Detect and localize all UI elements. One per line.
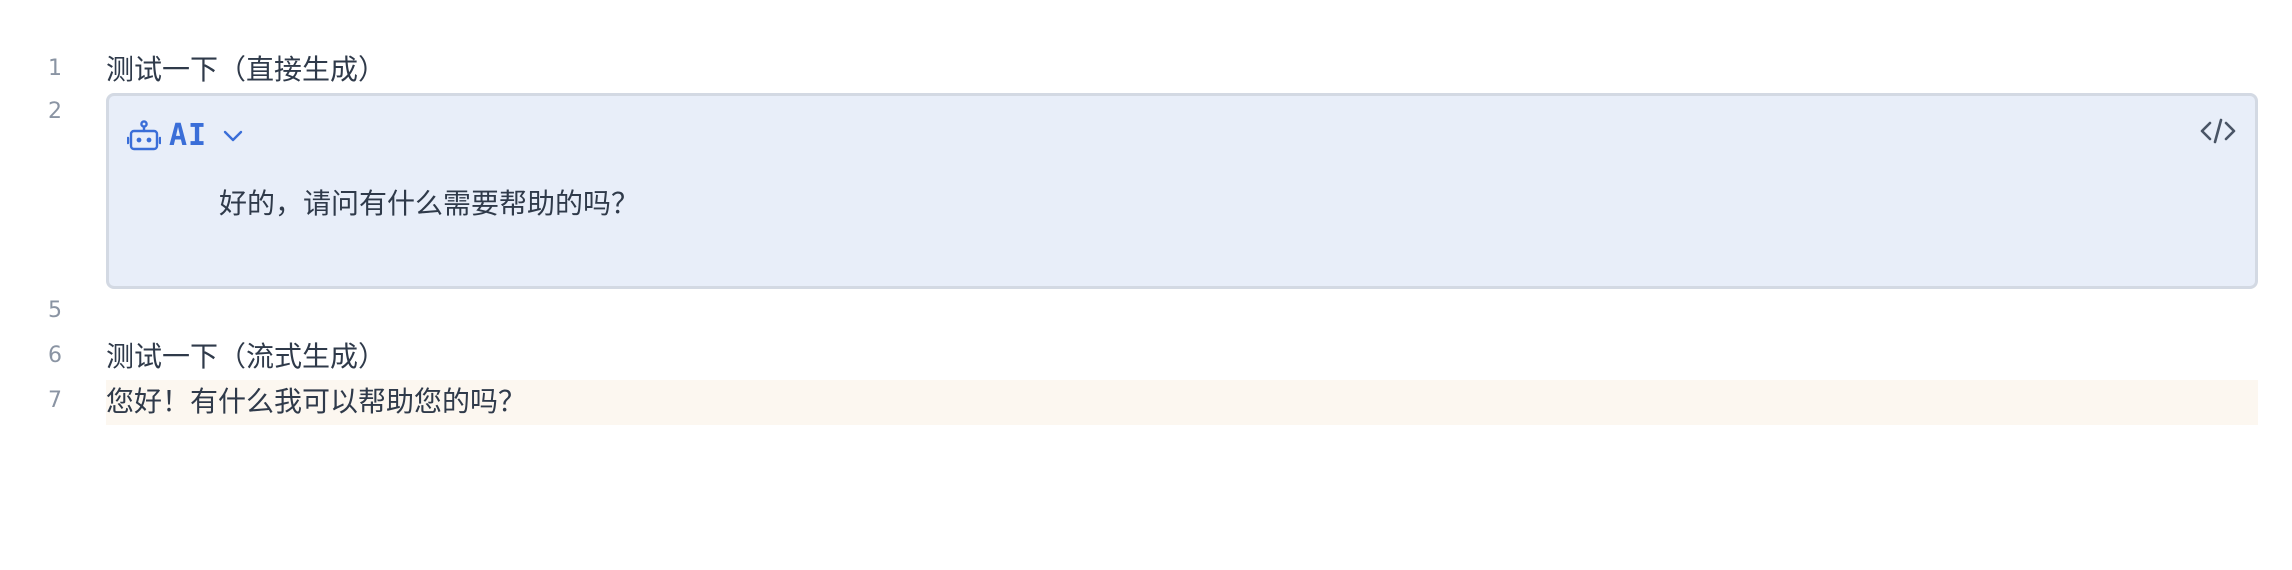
chevron-down-icon[interactable] [221, 124, 245, 148]
robot-icon [127, 119, 161, 153]
editor-line[interactable]: 您好！有什么我可以帮助您的吗？ [106, 382, 526, 422]
ai-label: AI [169, 118, 208, 153]
ai-generated-block[interactable]: AI 好的，请问有什么需要帮助的吗？ [106, 93, 2258, 289]
document-editor[interactable]: 1 测试一下（直接生成） 2 AI 好的，请问有什么需要帮助的吗？ 5 6 测试… [0, 0, 2292, 570]
line-number: 6 [48, 343, 62, 368]
ai-block-header: AI [127, 118, 245, 153]
line-number: 5 [48, 298, 62, 323]
line-number: 2 [48, 99, 62, 124]
editor-line[interactable]: 测试一下（直接生成） [106, 50, 386, 90]
code-icon[interactable] [2199, 116, 2237, 150]
editor-line[interactable]: 测试一下（流式生成） [106, 337, 386, 377]
line-number: 7 [48, 388, 62, 413]
ai-response-text[interactable]: 好的，请问有什么需要帮助的吗？ [219, 184, 639, 224]
line-number: 1 [48, 56, 62, 81]
